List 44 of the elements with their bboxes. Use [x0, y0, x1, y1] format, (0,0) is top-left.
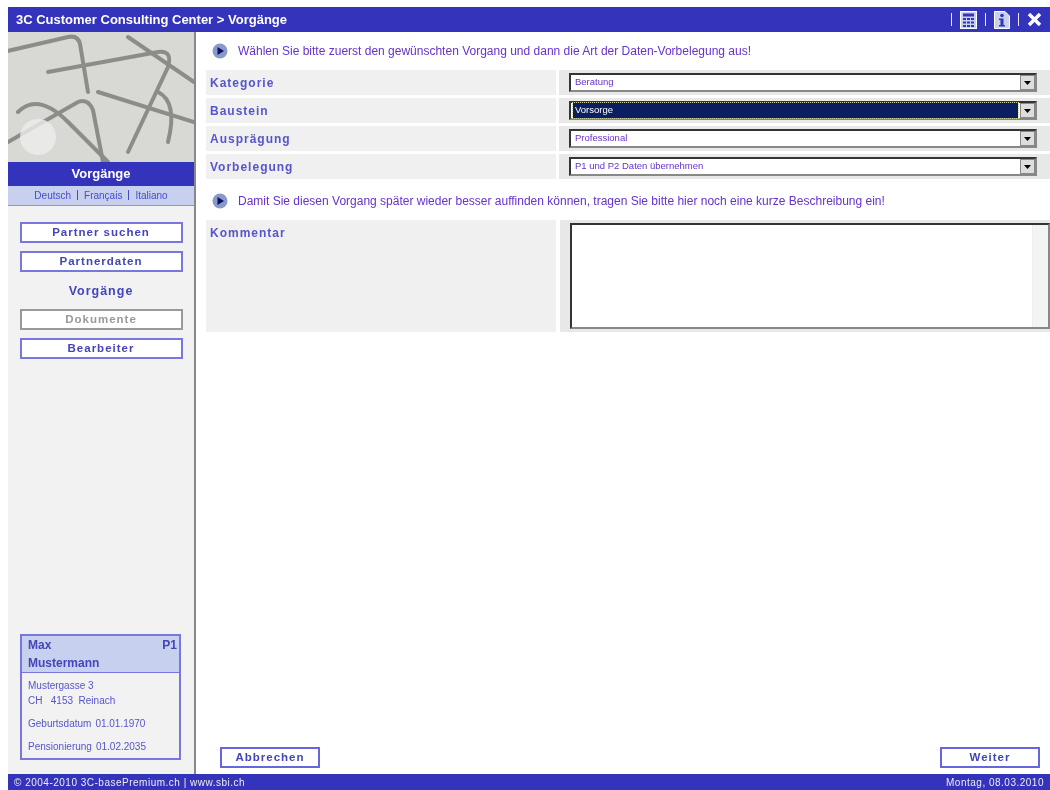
- dropdown-arrow-icon[interactable]: [1024, 136, 1031, 141]
- calculator-icon[interactable]: [960, 10, 977, 29]
- address-line: Mustergasse 3: [28, 679, 95, 693]
- partner-tag: P1: [162, 636, 177, 672]
- field-label: Vorbelegung: [206, 154, 556, 179]
- nav-button[interactable]: Bearbeiter: [19, 337, 183, 359]
- language-link[interactable]: Deutsch: [34, 187, 72, 203]
- dropdown-arrow-icon[interactable]: [1024, 164, 1031, 169]
- field-label: Kategorie: [206, 70, 556, 95]
- nav-button[interactable]: Partner suchen: [19, 221, 183, 243]
- close-icon[interactable]: [1027, 12, 1042, 27]
- select-field[interactable]: Professional: [569, 129, 1037, 148]
- instruction-text: Damit Sie diesen Vorgang später wieder besser auffinden können, tragen Sie bitte hier noch eine kurze Beschreibung ein!: [238, 193, 885, 210]
- dropdown-arrow-icon[interactable]: [1024, 80, 1031, 85]
- info-icon[interactable]: [994, 10, 1010, 29]
- nav-button[interactable]: Partnerdaten: [19, 250, 183, 272]
- select-field[interactable]: Vorsorge: [569, 101, 1037, 120]
- arrow-bullet-icon: [212, 193, 228, 209]
- nav-button[interactable]: Vorgänge: [19, 279, 183, 301]
- birth-label: Geburtsdatum: [28, 717, 92, 731]
- language-link[interactable]: Italiano: [135, 187, 168, 203]
- arrow-bullet-icon: [212, 43, 228, 59]
- instruction-text: Wählen Sie bitte zuerst den gewünschten Vorgang und dann die Art der Daten-Vorbelegung aus!: [238, 43, 752, 60]
- select-field[interactable]: Beratung: [569, 73, 1037, 92]
- date-text: Montag, 08.03.2010: [946, 775, 1044, 790]
- partner-last-name: Mustermann: [28, 655, 100, 672]
- dropdown-arrow-icon[interactable]: [1024, 108, 1031, 113]
- field-label: Kommentar: [206, 220, 556, 332]
- pension-label: Pensionierung: [28, 740, 92, 754]
- comment-textarea[interactable]: [570, 223, 1050, 329]
- partner-first-name: Max: [28, 637, 53, 654]
- next-button[interactable]: Weiter: [940, 747, 1040, 768]
- birth-date: 01.01.1970: [95, 717, 146, 731]
- window-title: 3C Customer Consulting Center > Vorgänge: [16, 10, 287, 29]
- pension-date: 01.02.2035: [95, 740, 146, 754]
- language-link[interactable]: Français: [84, 187, 123, 203]
- section-heading: Vorgänge: [8, 162, 194, 186]
- address-line: CH 4153 Reinach: [28, 694, 117, 708]
- cancel-button[interactable]: Abbrechen: [220, 747, 320, 768]
- copyright-text: © 2004-2010 3C-basePremium.ch | www.sbi.ch: [14, 775, 246, 790]
- scrollbar[interactable]: [1032, 225, 1048, 327]
- field-label: Baustein: [206, 98, 556, 123]
- select-field[interactable]: P1 und P2 Daten übernehmen: [569, 157, 1037, 176]
- field-label: Ausprägung: [206, 126, 556, 151]
